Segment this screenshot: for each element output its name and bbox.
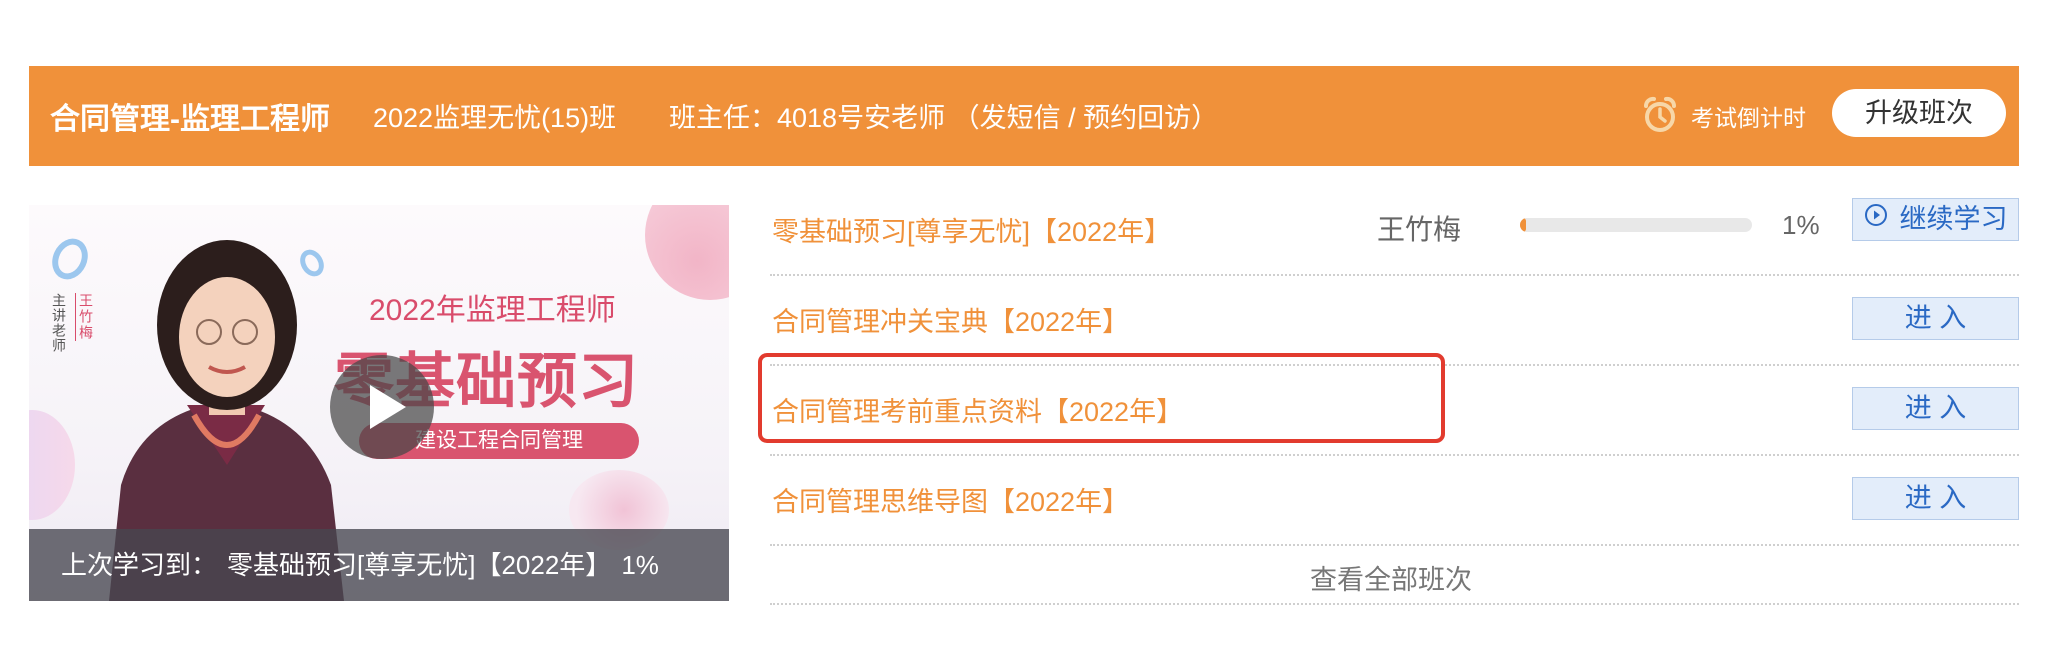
head-teacher-info: 班主任：4018号安老师 （发短信 / 预约回访）	[669, 96, 1218, 135]
decor-circle	[645, 205, 729, 300]
enter-course-button[interactable]: 进 入	[1852, 477, 2019, 520]
head-teacher-text: 班主任：4018号安老师 （	[669, 103, 980, 133]
class-name: 2022监理无忧(15)班	[373, 103, 617, 133]
enter-course-button[interactable]: 进 入	[1852, 297, 2019, 340]
exam-countdown-label[interactable]: 考试倒计时	[1691, 99, 1806, 133]
alarm-clock-icon	[1642, 96, 1678, 134]
course-name: 合同管理-监理工程师	[50, 103, 330, 136]
enter-course-button[interactable]: 进 入	[1852, 387, 2019, 430]
upgrade-class-button[interactable]: 升级班次	[1832, 89, 2006, 137]
last-study-course: 零基础预习[尊享无忧]【2022年】	[227, 550, 612, 580]
progress-bar-fill	[1520, 218, 1526, 232]
promo-year-text: 2022年监理工程师	[369, 294, 616, 327]
course-title-link[interactable]: 合同管理冲关宝典【2022年】	[772, 300, 1129, 339]
course-row: 零基础预习[尊享无忧]【2022年】 王竹梅 1% 继续学习	[770, 186, 2019, 276]
play-circle-icon	[1864, 198, 1888, 239]
lecturer-name: 王竹梅	[75, 293, 94, 341]
course-header-bar: 合同管理-监理工程师 2022监理无忧(15)班 班主任：4018号安老师 （发…	[29, 66, 2019, 166]
progress-bar	[1520, 218, 1752, 232]
send-sms-link[interactable]: 发短信	[980, 103, 1061, 133]
progress-percent: 1%	[1782, 210, 1820, 240]
lecturer-label: 主讲老师	[51, 293, 67, 353]
continue-study-button[interactable]: 继续学习	[1852, 198, 2019, 241]
last-study-progress: 1%	[621, 550, 659, 580]
course-row: 合同管理思维导图【2022年】 进 入	[770, 456, 2019, 546]
book-callback-link[interactable]: 预约回访	[1083, 103, 1191, 133]
last-study-label: 上次学习到：	[61, 550, 218, 580]
highlight-annotation-box	[758, 353, 1445, 443]
continue-study-label: 继续学习	[1899, 204, 2008, 234]
link-separator: /	[1060, 103, 1084, 133]
play-video-button[interactable]	[330, 355, 434, 459]
course-instructor: 王竹梅	[1377, 214, 1462, 245]
divider	[770, 603, 2019, 605]
view-all-classes-link[interactable]: 查看全部班次	[1310, 558, 1472, 597]
course-video-thumbnail[interactable]: 主讲老师 王竹梅 2022年监理工程师 零基础预习 建设工程合同管理 上次学习到…	[29, 205, 729, 601]
last-study-bar[interactable]: 上次学习到： 零基础预习[尊享无忧]【2022年】 1%	[29, 529, 729, 601]
course-title-link[interactable]: 零基础预习[尊享无忧]【2022年】	[772, 210, 1171, 249]
course-title-link[interactable]: 合同管理思维导图【2022年】	[772, 480, 1129, 519]
head-teacher-close: ）	[1191, 103, 1219, 133]
play-icon	[370, 385, 406, 429]
